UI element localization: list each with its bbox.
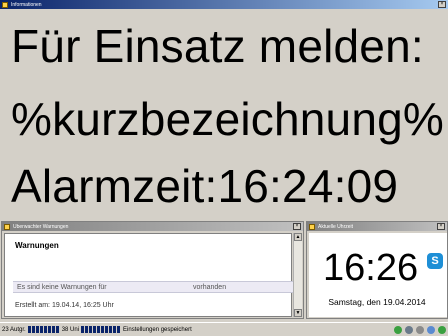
warnings-titlebar[interactable]: Überwachter Warnungen ×: [2, 222, 303, 231]
close-icon[interactable]: ×: [437, 223, 445, 230]
info-body: Für Einsatz melden: %kurzbezeichnung% Al…: [0, 9, 448, 219]
warning-message: Es sind keine Warnungen für: [17, 284, 107, 291]
warnings-heading: Warnungen: [15, 241, 59, 250]
window-icon: [2, 1, 8, 8]
alarm-time: Alarmzeit:16:24:09: [11, 160, 399, 212]
vertical-scrollbar[interactable]: ▲ ▼: [293, 233, 302, 317]
close-icon[interactable]: ×: [438, 1, 446, 8]
info-window-title: Informationen: [11, 1, 42, 8]
warnings-pane: Warnungen Es sind keine Warnungen für vo…: [4, 233, 295, 317]
warning-message-tail: vorhanden: [193, 284, 227, 291]
skype-icon[interactable]: S: [427, 253, 443, 269]
window-icon: [309, 223, 315, 230]
warning-row: Es sind keine Warnungen für vorhanden: [13, 281, 295, 293]
status-label: Einstellungen gespeichert: [123, 326, 192, 333]
created-timestamp: Erstellt am: 19.04.14, 16:25 Uhr: [15, 302, 114, 309]
progress-bar: [27, 326, 59, 333]
clock-titlebar[interactable]: Aktuelle Uhrzeit ×: [307, 222, 447, 231]
current-date: Samstag, den 19.04.2014: [328, 297, 426, 307]
status-label: 23 Autgr.: [2, 326, 26, 333]
status-ok-icon[interactable]: [394, 325, 402, 334]
progress-bar: [81, 326, 121, 333]
warnings-window: Überwachter Warnungen × Warnungen Es sin…: [1, 221, 304, 319]
status-bar: 23 Autgr. 38 Uni Einstellungen gespeiche…: [0, 322, 448, 336]
info-icon[interactable]: [427, 325, 435, 334]
status-segment-settings: Einstellungen gespeichert: [123, 327, 192, 333]
connection-icon[interactable]: [438, 325, 446, 334]
clock-window: Aktuelle Uhrzeit × 16:26 S Samstag, den …: [306, 221, 448, 319]
window-icon: [4, 223, 10, 230]
scroll-down-icon[interactable]: ▼: [294, 309, 302, 317]
system-tray: [394, 325, 446, 334]
network-icon[interactable]: [405, 325, 413, 334]
report-instruction: Für Einsatz melden:: [11, 20, 424, 72]
scroll-up-icon[interactable]: ▲: [294, 233, 302, 241]
clock-window-title: Aktuelle Uhrzeit: [318, 223, 354, 230]
current-time: 16:26: [323, 247, 419, 289]
info-window: Informationen × Für Einsatz melden: %kur…: [0, 0, 448, 219]
status-segment-vehicles: 23 Autgr.: [2, 326, 59, 333]
speaker-icon[interactable]: [416, 325, 424, 334]
info-titlebar[interactable]: Informationen ×: [0, 0, 448, 9]
short-designation: %kurzbezeichnung%: [11, 93, 444, 145]
status-label: 38 Uni: [61, 326, 80, 333]
status-segment-units: 38 Uni: [61, 326, 121, 333]
close-icon[interactable]: ×: [293, 223, 301, 230]
warnings-window-title: Überwachter Warnungen: [13, 223, 69, 230]
clock-pane: 16:26 S Samstag, den 19.04.2014: [309, 233, 447, 317]
